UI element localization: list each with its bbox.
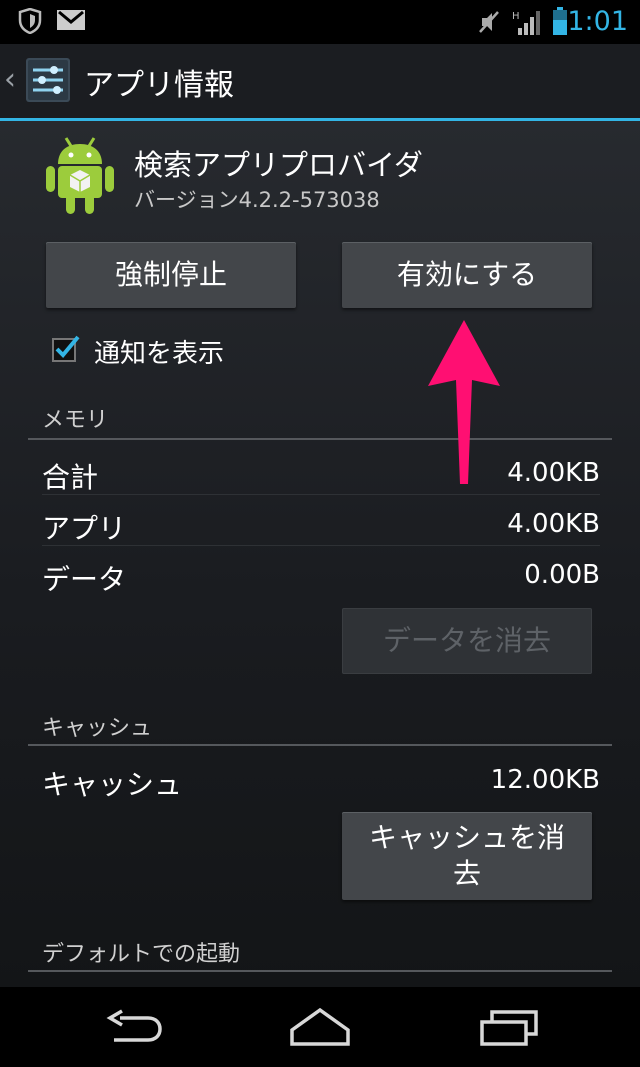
cache-section-header: キャッシュ (42, 716, 153, 741)
app-size-label: アプリ (42, 512, 127, 545)
mute-icon (479, 11, 499, 33)
data-size-label: データ (42, 563, 127, 596)
enable-button[interactable]: 有効にする (342, 242, 592, 308)
cache-size-value: 12.00KB (490, 765, 600, 795)
battery-icon (553, 7, 567, 35)
section-divider (28, 744, 612, 746)
status-time: 1:01 (567, 6, 628, 37)
signal-icon: H (512, 11, 540, 35)
home-icon[interactable] (288, 1006, 352, 1048)
chevron-left-icon[interactable]: ‹ (4, 62, 16, 97)
settings-icon[interactable] (24, 56, 72, 104)
recent-apps-icon[interactable] (478, 1010, 540, 1046)
data-size-value: 0.00B (524, 560, 600, 590)
page-title: アプリ情報 (84, 68, 234, 103)
app-version: バージョン4.2.2-573038 (134, 188, 380, 212)
svg-text:H: H (512, 11, 520, 22)
section-divider (28, 438, 612, 440)
row-divider (42, 545, 600, 546)
total-label: 合計 (42, 461, 99, 494)
clear-data-button[interactable]: データを消去 (342, 608, 592, 674)
shield-icon (18, 8, 42, 34)
row-divider (42, 494, 600, 495)
app-name: 検索アプリプロバイダ (134, 148, 423, 182)
cache-size-label: キャッシュ (42, 768, 183, 801)
launch-default-section-header: デフォルトでの起動 (42, 942, 241, 967)
notification-checkbox[interactable] (52, 334, 80, 362)
back-icon[interactable] (104, 1008, 164, 1048)
android-icon (46, 137, 114, 214)
notification-label[interactable]: 通知を表示 (94, 333, 224, 370)
force-stop-button[interactable]: 強制停止 (46, 242, 296, 308)
annotation-arrow-icon (428, 320, 500, 484)
storage-section-header: メモリ (42, 408, 109, 433)
status-bar: H 1:01 (0, 0, 640, 44)
clear-cache-label-line2: 去 (452, 857, 481, 890)
section-divider (28, 970, 612, 972)
clear-cache-label-line1: キャッシュを消 (368, 821, 565, 854)
clear-cache-button[interactable]: キャッシュを消 去 (342, 812, 592, 900)
total-value: 4.00KB (507, 458, 600, 488)
app-size-value: 4.00KB (507, 509, 600, 539)
gmail-icon (57, 10, 85, 30)
